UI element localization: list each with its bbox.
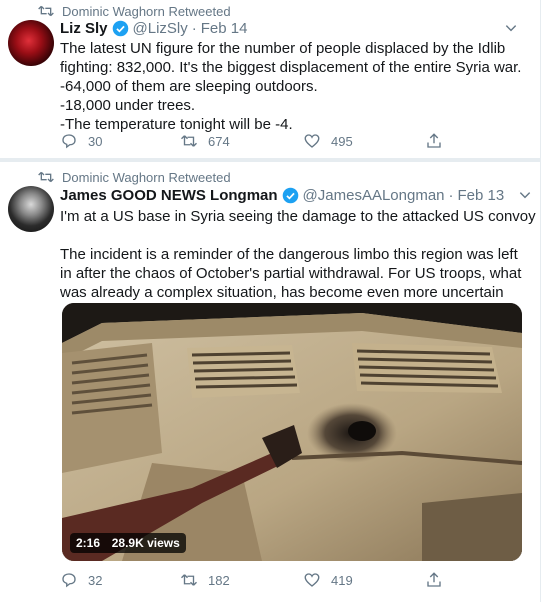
separator-dot: · [191,20,197,37]
like-icon [304,134,320,148]
video-views: 28.9K views [111,536,180,550]
retweet-count: 182 [208,572,230,588]
like-button[interactable]: 419 [303,571,425,589]
reply-icon [62,573,76,588]
tweet-line: in after the chaos of October's partial … [60,265,522,282]
avatar[interactable] [8,186,54,232]
tweet-line: -18,000 under trees. [60,97,196,114]
tweet-text: I'm at a US base in Syria seeing the dam… [60,207,536,302]
author-handle[interactable]: @JamesAALongman [303,187,445,204]
reply-button[interactable]: 30 [60,132,180,150]
retweeted-by-label: Dominic Waghorn Retweeted [62,169,231,185]
retweeted-by-label: Dominic Waghorn Retweeted [62,3,231,19]
chevron-down-icon[interactable] [504,21,518,35]
retweet-button[interactable]: 182 [180,571,303,589]
retweet-button[interactable]: 674 [180,132,303,150]
retweet-context: Dominic Waghorn Retweeted [38,168,231,186]
retweet-icon [38,171,54,183]
tweet-date[interactable]: Feb 13 [458,187,505,204]
like-count: 495 [331,133,353,149]
share-button[interactable] [425,571,453,589]
retweet-icon [38,5,54,17]
tweet-line: -64,000 of them are sleeping outdoors. [60,78,318,95]
retweet-context: Dominic Waghorn Retweeted [38,2,231,20]
reply-button[interactable]: 32 [60,571,180,589]
tweet-actions: 32 182 419 [60,571,490,589]
video-thumbnail [62,303,522,561]
tweet-header: James GOOD NEWS Longman @JamesAALongman … [60,187,504,204]
reply-count: 30 [88,133,103,149]
like-count: 419 [331,572,353,588]
tweet-line: The incident is a reminder of the danger… [60,246,518,263]
share-icon [427,572,441,587]
tweet-header: Liz Sly @LizSly · Feb 14 [60,20,247,37]
avatar[interactable] [8,20,54,66]
reply-count: 32 [88,572,103,588]
tweet-date[interactable]: Feb 14 [201,20,248,37]
author-name[interactable]: James GOOD NEWS Longman [60,187,278,204]
reply-icon [62,134,76,149]
verified-badge-icon [282,187,298,204]
separator-dot: · [448,187,454,204]
tweet-line: The latest UN figure for the number of p… [60,40,506,57]
author-name[interactable]: Liz Sly [60,20,108,37]
chevron-down-icon[interactable] [518,188,532,202]
timeline-border [540,0,554,602]
video-duration: 2:16 [76,536,101,550]
share-button[interactable] [425,132,453,150]
tweet-divider [0,158,540,162]
retweet-icon [181,135,197,147]
tweet-line [60,226,536,245]
tweet-line: was already a complex situation, has bec… [60,284,504,301]
tweet-line: fighting: 832,000. It's the biggest disp… [60,59,522,76]
tweet-liz-sly[interactable]: Dominic Waghorn Retweeted Liz Sly @LizSl… [0,0,540,160]
share-icon [427,133,441,148]
tweet-actions: 30 674 495 [60,132,490,150]
video-player[interactable]: 2:16 28.9K views [62,303,522,561]
retweet-icon [181,574,197,586]
author-handle[interactable]: @LizSly [133,20,188,37]
tweet-line: I'm at a US base in Syria seeing the dam… [60,208,536,225]
retweet-count: 674 [208,133,230,149]
like-button[interactable]: 495 [303,132,425,150]
video-info-badge: 2:16 28.9K views [70,533,186,553]
like-icon [304,573,320,587]
verified-badge-icon [112,20,128,37]
tweet-text: The latest UN figure for the number of p… [60,39,521,134]
